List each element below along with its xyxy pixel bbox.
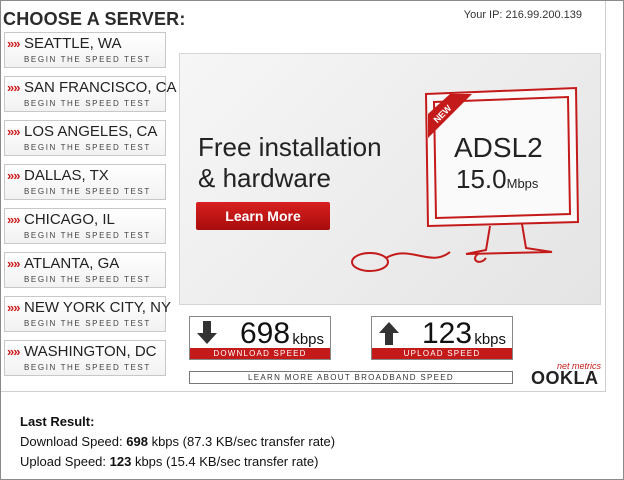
server-subtitle: BEGIN THE SPEED TEST: [24, 55, 151, 64]
chevron-icon: »»: [7, 80, 21, 95]
chevron-icon: »»: [7, 168, 21, 183]
chevron-icon: »»: [7, 36, 21, 51]
chevron-icon: »»: [7, 124, 21, 139]
upload-value: 123: [422, 317, 473, 350]
chevron-icon: »»: [7, 344, 21, 359]
server-atlanta[interactable]: »» ATLANTA, GA BEGIN THE SPEED TEST: [4, 252, 166, 288]
server-subtitle: BEGIN THE SPEED TEST: [24, 363, 151, 372]
ad-headline: Free installation & hardware: [198, 132, 382, 193]
ookla-wordmark: OOKLA: [531, 368, 599, 388]
last-result: Last Result: Download Speed: 698 kbps (8…: [20, 412, 335, 472]
server-city: ATLANTA, GA: [24, 255, 120, 272]
server-new-york[interactable]: »» NEW YORK CITY, NY BEGIN THE SPEED TES…: [4, 296, 171, 332]
learn-more-button[interactable]: Learn More: [196, 202, 330, 230]
server-seattle[interactable]: »» SEATTLE, WA BEGIN THE SPEED TEST: [4, 32, 166, 68]
speedtest-panel: CHOOSE A SERVER: »» SEATTLE, WA BEGIN TH…: [1, 1, 606, 392]
server-city: LOS ANGELES, CA: [24, 123, 158, 140]
ad-product: ADSL2: [454, 132, 543, 163]
server-city: WASHINGTON, DC: [24, 343, 157, 360]
last-result-title: Last Result:: [20, 414, 95, 429]
download-value: 698: [240, 317, 291, 350]
chevron-icon: »»: [7, 300, 21, 315]
server-chicago[interactable]: »» CHICAGO, IL BEGIN THE SPEED TEST: [4, 208, 166, 244]
choose-server-heading: CHOOSE A SERVER:: [3, 9, 186, 29]
download-arrow-icon: [197, 321, 217, 344]
upload-unit: kbps: [474, 331, 506, 348]
server-subtitle: BEGIN THE SPEED TEST: [24, 187, 151, 196]
download-label: DOWNLOAD SPEED: [190, 348, 330, 359]
server-subtitle: BEGIN THE SPEED TEST: [24, 275, 151, 284]
upload-arrow-icon: [379, 322, 399, 345]
server-san-francisco[interactable]: »» SAN FRANCISCO, CA BEGIN THE SPEED TES…: [4, 76, 177, 112]
server-city: CHICAGO, IL: [24, 211, 115, 228]
server-subtitle: BEGIN THE SPEED TEST: [24, 99, 151, 108]
server-washington[interactable]: »» WASHINGTON, DC BEGIN THE SPEED TEST: [4, 340, 166, 376]
mouse-icon: [351, 251, 451, 272]
server-city: NEW YORK CITY, NY: [24, 299, 171, 316]
download-result-line: Download Speed: 698 kbps (87.3 KB/sec tr…: [20, 434, 336, 449]
server-city: DALLAS, TX: [24, 167, 109, 184]
server-los-angeles[interactable]: »» LOS ANGELES, CA BEGIN THE SPEED TEST: [4, 120, 166, 156]
server-city: SAN FRANCISCO, CA: [24, 79, 177, 96]
adsl-advertisement[interactable]: Free installation & hardware Learn More …: [179, 53, 601, 305]
server-dallas[interactable]: »» DALLAS, TX BEGIN THE SPEED TEST: [4, 164, 166, 200]
server-subtitle: BEGIN THE SPEED TEST: [24, 319, 151, 328]
server-subtitle: BEGIN THE SPEED TEST: [24, 231, 151, 240]
upload-speed-box: 123 kbps UPLOAD SPEED: [371, 316, 513, 360]
server-subtitle: BEGIN THE SPEED TEST: [24, 143, 151, 152]
chevron-icon: »»: [7, 256, 21, 271]
download-unit: kbps: [292, 331, 324, 348]
ad-speed: 15.0Mbps: [456, 164, 539, 194]
chevron-icon: »»: [7, 212, 21, 227]
download-speed-box: 698 kbps DOWNLOAD SPEED: [189, 316, 331, 360]
upload-result-line: Upload Speed: 123 kbps (15.4 KB/sec tran…: [20, 454, 319, 469]
your-ip-text: Your IP: 216.99.200.139: [463, 9, 582, 21]
upload-label: UPLOAD SPEED: [372, 348, 512, 359]
server-city: SEATTLE, WA: [24, 35, 122, 52]
learn-more-broadband-link[interactable]: LEARN MORE ABOUT BROADBAND SPEED: [189, 371, 513, 384]
